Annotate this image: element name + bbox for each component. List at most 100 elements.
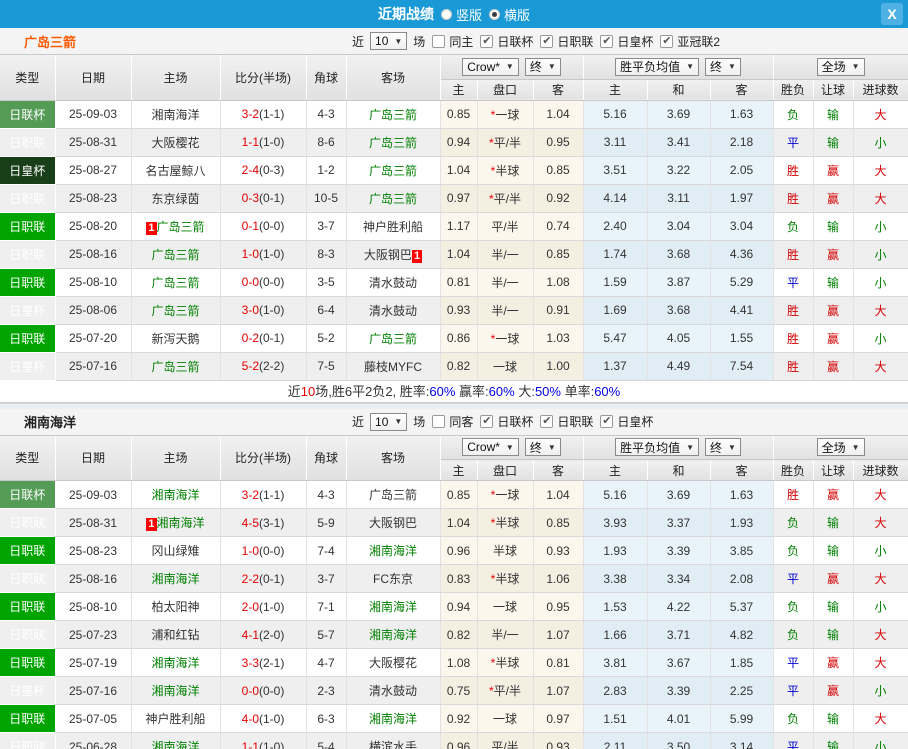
avg-home: 3.11: [583, 128, 648, 157]
avg-away: 2.08: [710, 564, 774, 593]
avg-draw: 4.49: [647, 352, 711, 381]
final-odds-select[interactable]: 终 ▼: [524, 57, 561, 76]
match-date: 25-06-28: [55, 732, 132, 749]
final-avg-select[interactable]: 终 ▼: [705, 57, 741, 76]
home-team: 1 湘南海洋: [131, 508, 221, 537]
fulltime-score: 3-2: [241, 487, 259, 502]
result-handicap: 赢: [813, 564, 854, 593]
bookmaker-select[interactable]: Crow* ▼: [462, 57, 519, 76]
chevron-down-icon: ▼: [728, 62, 736, 72]
sub-column-header: 主: [583, 79, 648, 101]
team-name: 广岛三箭: [24, 34, 77, 50]
chevron-down-icon: ▼: [505, 442, 514, 452]
away-team: 清水鼓动: [346, 296, 441, 325]
filter-checkbox-label: 日联杯: [497, 415, 534, 429]
titlebar: 近期战绩 竖版 横版 X: [0, 0, 908, 28]
result-wdl: 负: [773, 212, 814, 241]
filter-checkbox[interactable]: [432, 34, 446, 48]
away-team: 广岛三箭: [346, 480, 441, 509]
filter-checkbox[interactable]: ✔: [540, 34, 554, 48]
avg-away: 5.29: [710, 268, 774, 297]
sub-column-header: 让球: [813, 79, 854, 101]
result-wdl: 胜: [773, 324, 814, 353]
summary-prefix: 近: [287, 383, 301, 399]
result-wdl: 负: [773, 704, 814, 733]
corners: 1-2: [306, 156, 347, 185]
avg-away: 1.55: [710, 324, 774, 353]
type-badge: 日皇杯: [0, 352, 56, 381]
result-wdl: 负: [773, 536, 814, 565]
chevron-down-icon: ▼: [851, 442, 860, 452]
filter-checkbox[interactable]: ✔: [600, 415, 614, 428]
away-odds: 0.93: [533, 536, 584, 565]
filter-checkbox[interactable]: ✔: [480, 415, 494, 428]
chevron-down-icon: ▼: [851, 62, 860, 72]
odds-group-header: 胜平负均值 ▼ 终 ▼: [583, 435, 774, 460]
sub-column-header: 进球数: [853, 79, 908, 101]
avg-home: 1.53: [583, 592, 648, 621]
handicap-value: 半/一: [491, 303, 519, 318]
bookmaker-select[interactable]: Crow* ▼: [462, 438, 519, 457]
score: 2-4(0-3): [220, 156, 307, 185]
avg-provider-select[interactable]: 胜平负均值 ▼: [615, 57, 700, 76]
match-date: 25-08-16: [55, 564, 132, 593]
column-header: 角球: [306, 435, 347, 481]
handicap-value: 半球: [495, 163, 520, 178]
corners: 7-4: [306, 536, 347, 565]
home-team-name: 广岛三箭: [151, 359, 200, 374]
away-team-name: 广岛三箭: [368, 191, 417, 206]
home-team: 湘南海洋: [131, 676, 221, 705]
table-row: 日皇杯 25-07-16 广岛三箭 5-2(2-2) 7-5 藤枝MYFC 0.82 一球 1.…: [0, 352, 908, 381]
type-badge: 日职联: [0, 536, 56, 565]
layout-radio-vertical[interactable]: 竖版: [440, 5, 482, 24]
score: 4-1(2-0): [220, 620, 307, 649]
final-odds-select[interactable]: 终 ▼: [524, 438, 561, 457]
score: 3-0(1-0): [220, 296, 307, 325]
table-row: 日皇杯 25-07-16 湘南海洋 0-0(0-0) 2-3 清水鼓动 0.75 *平/半 1.…: [0, 676, 908, 705]
home-team-name: 湘南海洋: [151, 488, 200, 502]
odds-group-header: 全场 ▼: [773, 55, 908, 80]
handicap: 半球: [477, 536, 534, 565]
filter-checkbox[interactable]: ✔: [540, 415, 554, 428]
avg-away: 1.85: [710, 648, 774, 677]
filter-bar: 近 10 ▼ 场同客 ✔ 日联杯 ✔ 日职联 ✔ 日皇杯: [352, 412, 653, 431]
handicap: 平/半: [477, 732, 534, 749]
avg-home: 2.83: [583, 676, 648, 705]
away-team-name: 藤枝MYFC: [364, 359, 422, 374]
team-name: 湘南海洋: [24, 415, 77, 430]
handicap-value: 一球: [495, 107, 520, 122]
filter-checkbox[interactable]: ✔: [660, 34, 674, 48]
home-team: 广岛三箭: [131, 296, 221, 325]
layout-radio-horizontal[interactable]: 横版: [489, 5, 530, 24]
away-team: 清水鼓动: [346, 268, 441, 297]
result-goals: 大: [853, 480, 908, 509]
close-button[interactable]: X: [881, 3, 903, 25]
filter-checkbox[interactable]: ✔: [600, 34, 614, 48]
filter-checkbox[interactable]: [432, 415, 446, 428]
avg-provider-select[interactable]: 胜平负均值 ▼: [615, 438, 700, 457]
result-goals: 大: [853, 508, 908, 537]
result-handicap: 输: [813, 100, 854, 129]
scope-select[interactable]: 全场 ▼: [816, 438, 865, 457]
away-odds: 0.97: [533, 704, 584, 733]
halftime-score: (0-0): [259, 219, 285, 233]
home-odds: 0.85: [440, 100, 478, 129]
result-goals: 大: [853, 704, 908, 733]
type-badge: 日职联: [0, 268, 56, 297]
match-count-select[interactable]: 10 ▼: [370, 32, 408, 50]
recent-results-dialog: 近期战绩 竖版 横版 X 广岛三箭近 10 ▼ 场同主 ✔ 日联杯 ✔ 日职联 ✔ 日皇杯 ✔ 亚冠联…: [0, 0, 908, 749]
corners: 3-7: [306, 212, 347, 241]
home-team-name: 湘南海洋: [151, 684, 200, 698]
home-team-name: 湘南海洋: [151, 740, 200, 749]
result-handicap: 赢: [813, 296, 854, 325]
filter-checkbox[interactable]: ✔: [480, 34, 494, 48]
result-handicap: 输: [813, 620, 854, 649]
final-avg-select[interactable]: 终 ▼: [705, 438, 741, 457]
match-count-select[interactable]: 10 ▼: [370, 412, 408, 431]
handicap-value: 一球: [492, 359, 517, 374]
result-wdl: 胜: [773, 352, 814, 381]
away-team-name: 广岛三箭: [368, 135, 417, 150]
scope-select[interactable]: 全场 ▼: [816, 57, 865, 76]
corners: 7-1: [306, 592, 347, 621]
away-odds: 1.06: [533, 564, 584, 593]
